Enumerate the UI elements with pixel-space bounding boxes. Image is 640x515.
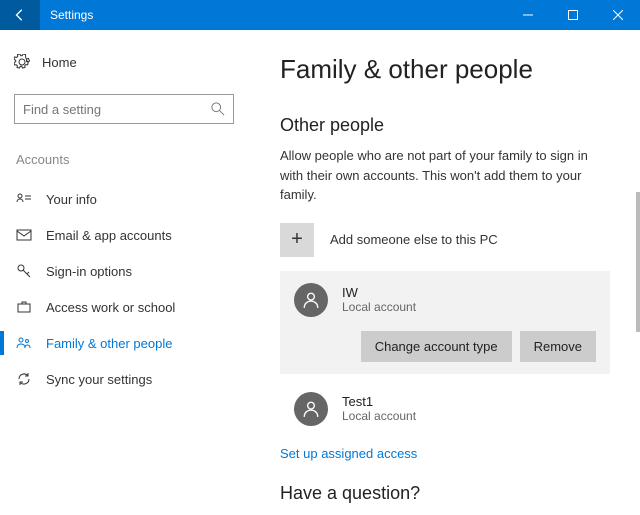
- arrow-left-icon: [13, 8, 27, 22]
- sidebar-section-label: Accounts: [14, 152, 250, 167]
- nav-label: Sync your settings: [46, 372, 152, 387]
- nav-label: Access work or school: [46, 300, 175, 315]
- minimize-button[interactable]: [505, 0, 550, 30]
- nav-label: Your info: [46, 192, 97, 207]
- content-pane: Family & other people Other people Allow…: [250, 30, 640, 515]
- sync-icon: [16, 371, 32, 387]
- home-link[interactable]: Home: [14, 50, 250, 74]
- search-icon: [211, 102, 225, 116]
- home-label: Home: [42, 55, 77, 70]
- sidebar-item-sync[interactable]: Sync your settings: [14, 361, 250, 397]
- change-account-type-button[interactable]: Change account type: [361, 331, 512, 362]
- nav-label: Email & app accounts: [46, 228, 172, 243]
- account-type: Local account: [342, 300, 416, 314]
- maximize-icon: [568, 10, 578, 20]
- question-heading: Have a question?: [280, 483, 610, 504]
- nav-label: Family & other people: [46, 336, 172, 351]
- account-card-selected[interactable]: IW Local account Change account type Rem…: [280, 271, 610, 374]
- close-button[interactable]: [595, 0, 640, 30]
- window-controls: [505, 0, 640, 30]
- key-icon: [16, 263, 32, 279]
- close-icon: [613, 10, 623, 20]
- sidebar: Home Accounts Your info Email & app acco…: [0, 30, 250, 515]
- people-icon: [16, 335, 32, 351]
- account-name: IW: [342, 285, 416, 300]
- briefcase-icon: [16, 299, 32, 315]
- person-card-icon: [16, 191, 32, 207]
- sidebar-item-signin[interactable]: Sign-in options: [14, 253, 250, 289]
- search-input[interactable]: [23, 102, 211, 117]
- sidebar-item-work[interactable]: Access work or school: [14, 289, 250, 325]
- assigned-access-link[interactable]: Set up assigned access: [280, 446, 417, 461]
- avatar-icon: [294, 392, 328, 426]
- add-someone-button[interactable]: + Add someone else to this PC: [280, 223, 610, 257]
- maximize-button[interactable]: [550, 0, 595, 30]
- scrollbar-thumb[interactable]: [636, 192, 640, 332]
- other-people-heading: Other people: [280, 115, 610, 136]
- sidebar-item-email[interactable]: Email & app accounts: [14, 217, 250, 253]
- account-name: Test1: [342, 394, 416, 409]
- minimize-icon: [523, 10, 533, 20]
- account-type: Local account: [342, 409, 416, 423]
- mail-icon: [16, 227, 32, 243]
- avatar-icon: [294, 283, 328, 317]
- plus-icon: +: [280, 223, 314, 257]
- titlebar: Settings: [0, 0, 640, 30]
- other-people-description: Allow people who are not part of your fa…: [280, 146, 610, 205]
- gear-icon: [14, 54, 30, 70]
- sidebar-item-family[interactable]: Family & other people: [14, 325, 250, 361]
- account-row[interactable]: Test1 Local account: [280, 384, 610, 434]
- sidebar-item-your-info[interactable]: Your info: [14, 181, 250, 217]
- add-someone-label: Add someone else to this PC: [330, 232, 498, 247]
- back-button[interactable]: [0, 0, 40, 30]
- search-box[interactable]: [14, 94, 234, 124]
- remove-account-button[interactable]: Remove: [520, 331, 596, 362]
- page-title: Family & other people: [280, 54, 610, 85]
- scrollbar[interactable]: [636, 192, 640, 482]
- nav-label: Sign-in options: [46, 264, 132, 279]
- app-title: Settings: [40, 8, 505, 22]
